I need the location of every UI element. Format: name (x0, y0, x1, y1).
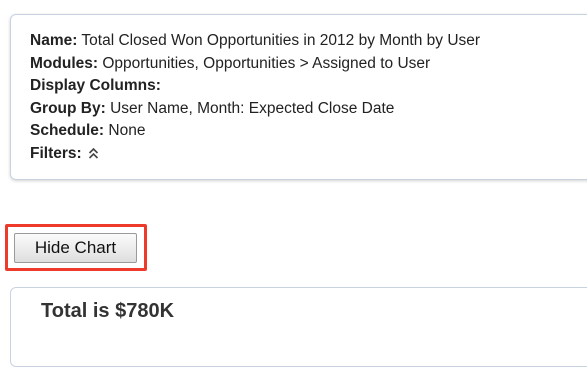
schedule-label: Schedule: (30, 122, 105, 139)
double-chevron-up-icon[interactable] (88, 145, 99, 168)
display-columns-label: Display Columns: (30, 77, 161, 94)
detail-group-by: Group By: User Name, Month: Expected Clo… (30, 98, 587, 121)
detail-name: Name: Total Closed Won Opportunities in … (30, 30, 587, 53)
chart-total-text: Total is $780K (41, 300, 175, 322)
group-by-label: Group By: (30, 99, 106, 117)
detail-display-columns: Display Columns: (30, 75, 587, 98)
hide-chart-highlight: Hide Chart (5, 224, 147, 271)
hide-chart-button[interactable]: Hide Chart (14, 233, 137, 263)
schedule-value: None (108, 122, 146, 139)
name-value: Total Closed Won Opportunities in 2012 b… (81, 32, 481, 49)
detail-modules: Modules: Opportunities, Opportunities > … (30, 53, 587, 76)
name-label: Name: (30, 32, 78, 49)
filters-label: Filters: (30, 144, 82, 162)
report-details-panel: Name: Total Closed Won Opportunities in … (10, 14, 587, 180)
modules-value: Opportunities, Opportunities > Assigned … (102, 54, 431, 72)
group-by-value: User Name, Month: Expected Close Date (110, 99, 395, 117)
detail-filters: Filters: (30, 143, 587, 168)
chart-panel: Total is $780K (10, 287, 587, 367)
modules-label: Modules: (30, 54, 99, 72)
detail-schedule: Schedule: None (30, 120, 587, 143)
